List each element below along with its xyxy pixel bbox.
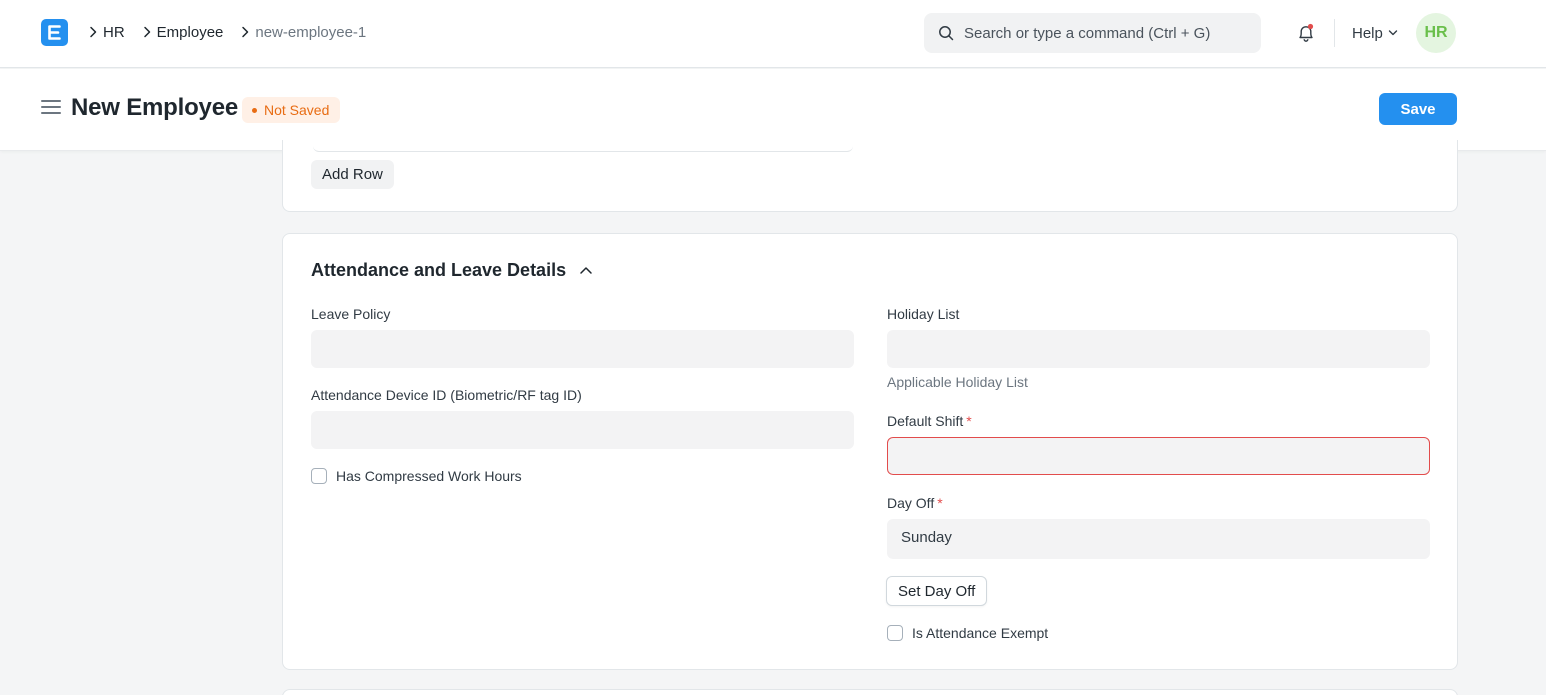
attendance-device-id-label: Attendance Device ID (Biometric/RF tag I… — [311, 387, 582, 403]
breadcrumb: HR Employee new-employee-1 — [84, 22, 379, 42]
leave-policy-field[interactable] — [311, 330, 854, 368]
required-marker: * — [937, 495, 943, 511]
day-off-label-text: Day Off — [887, 495, 935, 511]
search-input[interactable] — [964, 13, 1254, 53]
page-title: New Employee — [71, 94, 238, 121]
compressed-work-hours-checkbox[interactable] — [311, 468, 327, 484]
attendance-exempt-row[interactable]: Is Attendance Exempt — [887, 625, 1048, 641]
chevron-right-icon — [84, 22, 102, 42]
navbar-divider — [1334, 19, 1335, 47]
navbar: HR Employee new-employee-1 Help HR — [0, 0, 1546, 68]
page-head: New Employee Not Saved Save — [0, 69, 1546, 151]
avatar[interactable]: HR — [1416, 13, 1456, 53]
search-icon — [938, 25, 954, 46]
holiday-list-field[interactable] — [887, 330, 1430, 368]
next-section — [282, 689, 1458, 695]
breadcrumb-hr[interactable]: HR — [103, 24, 125, 41]
compressed-work-hours-row[interactable]: Has Compressed Work Hours — [311, 468, 522, 484]
leave-policy-label: Leave Policy — [311, 306, 391, 322]
attendance-exempt-checkbox[interactable] — [887, 625, 903, 641]
chevron-up-icon[interactable] — [579, 266, 593, 275]
breadcrumb-current[interactable]: new-employee-1 — [255, 24, 366, 41]
save-button[interactable]: Save — [1379, 93, 1457, 125]
status-badge: Not Saved — [242, 97, 341, 123]
app-logo-icon[interactable] — [41, 19, 68, 46]
holiday-list-description: Applicable Holiday List — [887, 374, 1028, 390]
status-dot — [252, 107, 257, 113]
day-off-field[interactable]: Sunday — [887, 519, 1430, 559]
holiday-list-label: Holiday List — [887, 306, 960, 322]
set-day-off-button[interactable]: Set Day Off — [886, 576, 988, 606]
default-shift-label: Default Shift * — [887, 413, 972, 429]
add-row-button[interactable]: Add Row — [311, 160, 394, 189]
chevron-right-icon — [236, 22, 254, 42]
section-header[interactable]: Attendance and Leave Details — [311, 260, 593, 281]
default-shift-field[interactable] — [887, 437, 1430, 475]
required-marker: * — [966, 413, 972, 429]
bell-icon[interactable] — [1295, 22, 1317, 44]
help-label: Help — [1352, 24, 1383, 42]
day-off-label: Day Off * — [887, 495, 943, 511]
attendance-exempt-label: Is Attendance Exempt — [912, 625, 1049, 641]
hamburger-icon[interactable] — [41, 100, 61, 116]
attendance-device-id-field[interactable] — [311, 411, 854, 449]
section-title: Attendance and Leave Details — [311, 260, 567, 280]
day-off-value: Sunday — [901, 529, 952, 546]
help-dropdown[interactable]: Help — [1352, 22, 1398, 44]
table-bottom-edge — [313, 140, 853, 152]
attendance-section: Attendance and Leave Details Leave Polic… — [282, 233, 1458, 670]
breadcrumb-employee[interactable]: Employee — [157, 24, 224, 41]
chevron-right-icon — [138, 22, 156, 42]
previous-section: Add Row — [282, 140, 1458, 212]
search-bar[interactable] — [924, 13, 1261, 53]
compressed-work-hours-label: Has Compressed Work Hours — [336, 468, 522, 484]
status-label: Not Saved — [264, 102, 330, 118]
default-shift-label-text: Default Shift — [887, 413, 964, 429]
chevron-down-icon — [1388, 30, 1398, 36]
